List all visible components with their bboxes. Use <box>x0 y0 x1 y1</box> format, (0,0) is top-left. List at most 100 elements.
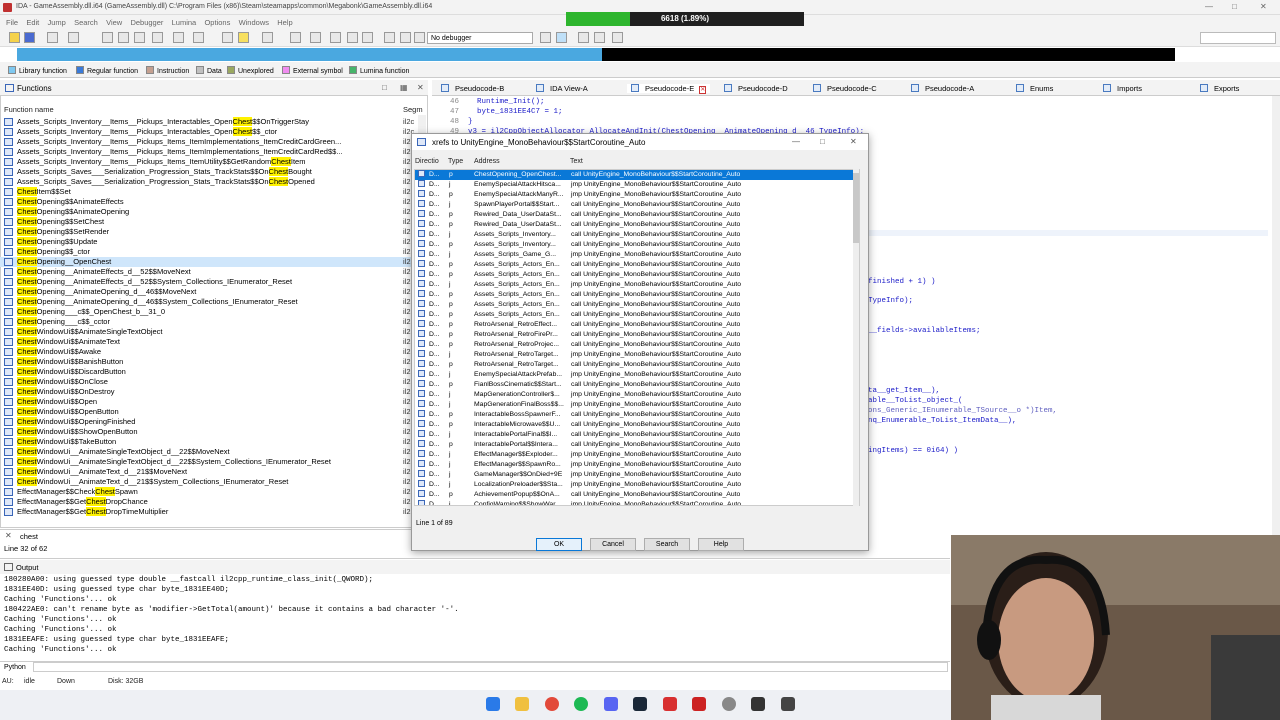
dialog-minimize-icon[interactable]: — <box>792 137 800 146</box>
trace-icon[interactable] <box>612 32 623 43</box>
xref-row[interactable]: D... p Assets_Scripts_Actors_En... call Uni… <box>415 290 859 300</box>
stop-icon[interactable] <box>362 32 373 43</box>
tab-ida-view-a[interactable]: IDA View-A <box>536 84 588 93</box>
jump-icon[interactable] <box>173 32 184 43</box>
xref-row[interactable]: D... p Assets_Scripts_Actors_En... call Uni… <box>415 270 859 280</box>
function-row[interactable]: ChestWindowUi$$AnimateText il2 <box>0 337 418 347</box>
function-row[interactable]: ChestWindowUi$$OnDestroy il2 <box>0 387 418 397</box>
struct-icon[interactable] <box>262 32 273 43</box>
cancel-button[interactable]: Cancel <box>590 538 636 551</box>
ok-button[interactable]: OK <box>536 538 582 551</box>
function-row[interactable]: ChestOpening___c$$_OpenChest_b__31_0 il2 <box>0 307 418 317</box>
xref-row[interactable]: D... p InteractableMicrowave$$U... call Uni… <box>415 420 859 430</box>
tab-pseudocode-d[interactable]: Pseudocode-D <box>724 84 788 93</box>
col-text[interactable]: Text <box>570 158 583 165</box>
function-row[interactable]: ChestOpening$$SetChest il2 <box>0 217 418 227</box>
search-value[interactable]: chest <box>20 532 38 541</box>
xref-row[interactable]: D... j Assets_Scripts_Actors_En... jmp Unit… <box>415 280 859 290</box>
function-row[interactable]: ChestWindowUi$$AnimateSingleTextObject il… <box>0 327 418 337</box>
console-input[interactable] <box>33 662 948 672</box>
xref-row[interactable]: D... p InteractableBossSpawnerF... call Uni… <box>415 410 859 420</box>
game-icon[interactable] <box>663 697 677 711</box>
xref-row[interactable]: D... p Assets_Scripts_Actors_En... call Uni… <box>415 300 859 310</box>
function-row[interactable]: ChestOpening___c$$_cctor il2 <box>0 317 418 327</box>
xref-row[interactable]: D... j EffectManager$$SpawnRo... jmp UnityE… <box>415 460 859 470</box>
xref-row[interactable]: D... j MapGenerationFinalBoss$$... jmp Unit… <box>415 400 859 410</box>
col-segment[interactable]: Segm <box>403 105 423 114</box>
xref-row[interactable]: D... p Rewired_Data_UserDataSt... call Unit… <box>415 210 859 220</box>
menu-options[interactable]: Options <box>204 18 230 27</box>
xref-row[interactable]: D... j RetroArsenal_RetroTarget... jmp Unit… <box>415 350 859 360</box>
function-row[interactable]: ChestWindowUi$$Open il2 <box>0 397 418 407</box>
functions-search[interactable]: chest <box>0 529 428 541</box>
binary-icon[interactable] <box>102 32 113 43</box>
tab-pseudocode-e[interactable]: Pseudocode-E ✕ <box>627 84 711 94</box>
tab-pseudocode-b[interactable]: Pseudocode-B <box>441 84 504 93</box>
function-row[interactable]: Assets_Scripts_Saves___Serialization_Pro… <box>0 167 418 177</box>
menu-windows[interactable]: Windows <box>239 18 269 27</box>
scrollbar-thumb[interactable] <box>853 173 859 243</box>
step-into-icon[interactable] <box>540 32 551 43</box>
xref-row[interactable]: D... j LocalizationPreloader$$Sta... jmp Un… <box>415 480 859 490</box>
app-icon[interactable] <box>781 697 795 711</box>
function-row[interactable]: Assets_Scripts_Inventory__Items__Pickups… <box>0 127 418 137</box>
xref-row[interactable]: D... p RetroArsenal_RetroFirePr... call Uni… <box>415 330 859 340</box>
function-row[interactable]: ChestOpening__OpenChest il2 <box>0 257 418 267</box>
xref-row[interactable]: D... j EffectManager$$Exploder... jmp Unity… <box>415 450 859 460</box>
col-function-name[interactable]: Function name <box>4 105 54 114</box>
function-row[interactable]: ChestOpening__AnimateEffects_d__52$$Move… <box>0 267 418 277</box>
xrefs-scrollbar[interactable] <box>853 169 859 506</box>
steam-icon[interactable] <box>633 697 647 711</box>
function-row[interactable]: EffectManager$$CheckChestSpawn il2 <box>0 487 418 497</box>
help-button[interactable]: Help <box>698 538 744 551</box>
forward-icon[interactable] <box>68 32 79 43</box>
start-icon[interactable] <box>486 697 500 711</box>
function-row[interactable]: ChestWindowUi$$BanishButton il2 <box>0 357 418 367</box>
function-row[interactable]: EffectManager$$GetChestDropTimeMultiplie… <box>0 507 418 517</box>
xref-row[interactable]: D... j EnemySpecialAttackPrefab... jmp Unit… <box>415 370 859 380</box>
step-over-icon[interactable] <box>556 32 567 43</box>
menu-debugger[interactable]: Debugger <box>130 18 163 27</box>
tab-imports[interactable]: Imports <box>1103 84 1142 93</box>
open-icon[interactable] <box>9 32 20 43</box>
xref-row[interactable]: D... j GameManager$$OnDied+9E jmp UnityEngi… <box>415 470 859 480</box>
script2-icon[interactable] <box>347 32 358 43</box>
function-row[interactable]: ChestWindowUi__AnimateSingleTextObject_d… <box>0 447 418 457</box>
tab-pseudocode-c[interactable]: Pseudocode-C <box>813 84 877 93</box>
pin-icon[interactable]: ▦ <box>400 83 408 92</box>
back-icon[interactable] <box>47 32 58 43</box>
function-row[interactable]: Assets_Scripts_Inventory__Items__Pickups… <box>0 117 418 127</box>
file-explorer-icon[interactable] <box>515 697 529 711</box>
function-row[interactable]: ChestWindowUi__AnimateText_d__21$$MoveNe… <box>0 467 418 477</box>
function-row[interactable]: ChestWindowUi$$OpeningFinished il2 <box>0 417 418 427</box>
menu-search[interactable]: Search <box>74 18 98 27</box>
run-to-cursor-icon[interactable] <box>578 32 589 43</box>
discord-icon[interactable] <box>604 697 618 711</box>
run-icon[interactable] <box>384 32 395 43</box>
xref-row[interactable]: D... p AchievementPopup$$OnA... call UnityE… <box>415 490 859 500</box>
lumina-icon[interactable] <box>238 32 249 43</box>
patch-icon[interactable] <box>310 32 321 43</box>
spotify-icon[interactable] <box>574 697 588 711</box>
close-pane-icon[interactable]: ✕ <box>417 83 424 92</box>
minimize-icon[interactable]: — <box>1205 2 1213 11</box>
function-row[interactable]: ChestItem$$Set il2 <box>0 187 418 197</box>
col-address[interactable]: Address <box>474 158 500 165</box>
dialog-maximize-icon[interactable]: □ <box>820 137 825 146</box>
xref-row[interactable]: D... p FianlBossCinematic$$Start... call Un… <box>415 380 859 390</box>
xref-row[interactable]: D... j Assets_Scripts_Game_G... jmp UnityEn… <box>415 250 859 260</box>
function-row[interactable]: EffectManager$$GetChestDropChance il2 <box>0 497 418 507</box>
function-row[interactable]: ChestWindowUi$$OpenButton il2 <box>0 407 418 417</box>
function-row[interactable]: Assets_Scripts_Inventory__Items__Pickups… <box>0 157 418 167</box>
function-row[interactable]: ChestWindowUi__AnimateSingleTextObject_d… <box>0 457 418 467</box>
xref-row[interactable]: D... p EnemySpecialAttackManyR... jmp Unity… <box>415 190 859 200</box>
obs-icon[interactable] <box>722 697 736 711</box>
function-row[interactable]: ChestOpening__AnimateOpening_d__46$$Syst… <box>0 297 418 307</box>
function-row[interactable]: ChestOpening__AnimateOpening_d__46$$Move… <box>0 287 418 297</box>
stop-debug-icon[interactable] <box>414 32 425 43</box>
menu-help[interactable]: Help <box>277 18 292 27</box>
function-row[interactable]: Assets_Scripts_Inventory__Items__Pickups… <box>0 137 418 147</box>
xref-row[interactable]: D... p RetroArsenal_RetroEffect... call Uni… <box>415 320 859 330</box>
xref-row[interactable]: D... p Assets_Scripts_Actors_En... call Uni… <box>415 310 859 320</box>
function-row[interactable]: Assets_Scripts_Saves___Serialization_Pro… <box>0 177 418 187</box>
